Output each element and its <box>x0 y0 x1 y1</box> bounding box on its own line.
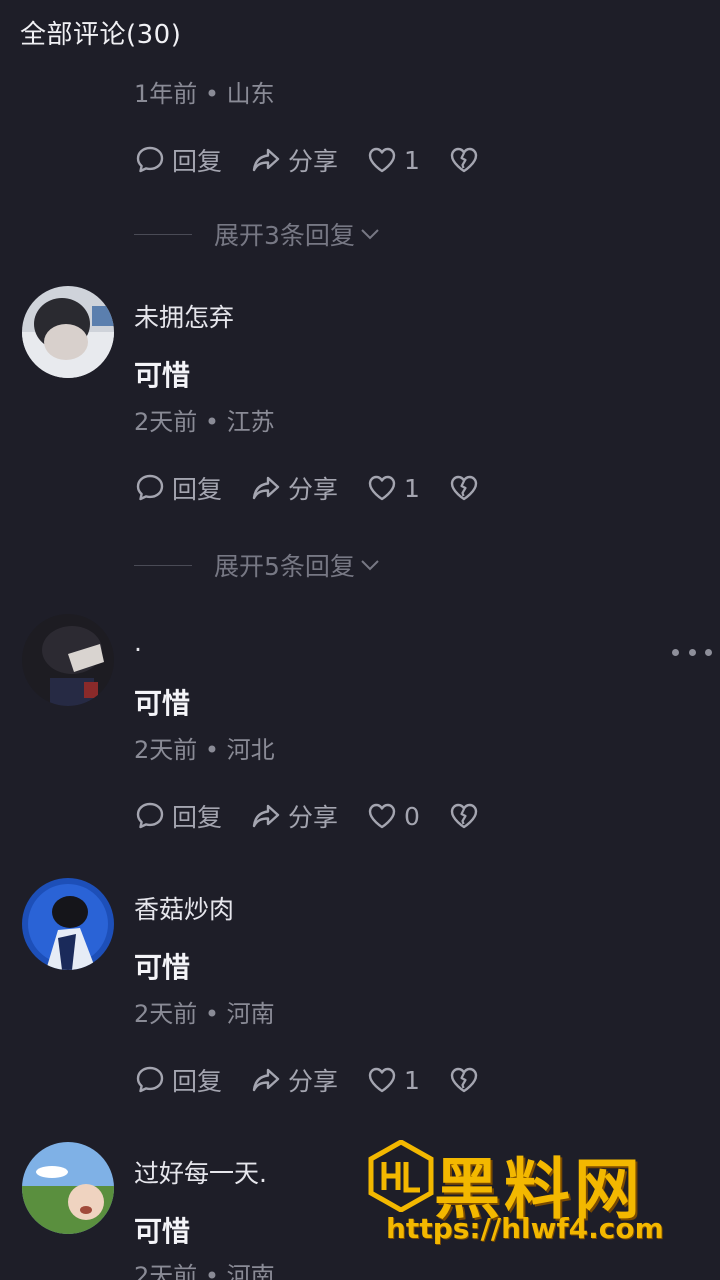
avatar[interactable] <box>22 286 114 378</box>
like-count: 0 <box>404 801 420 831</box>
reply-button[interactable]: 回复 <box>134 470 222 506</box>
share-arrow-icon <box>252 804 280 828</box>
username[interactable]: 香菇炒肉 <box>134 890 234 926</box>
broken-heart-icon <box>450 147 478 173</box>
share-button[interactable]: 分享 <box>250 470 338 506</box>
comment-text: 可惜 <box>134 359 191 392</box>
share-arrow-icon <box>252 148 280 172</box>
like-count: 1 <box>404 473 420 503</box>
comment-meta: 2天前 • 河南 <box>134 1262 275 1280</box>
like-button[interactable]: 1 <box>366 472 420 504</box>
expand-divider <box>134 233 192 235</box>
dot-icon <box>672 648 679 656</box>
comment-bubble-icon <box>136 474 164 501</box>
dislike-button[interactable] <box>448 144 480 176</box>
expand-divider <box>134 564 192 566</box>
avatar-image <box>22 286 114 378</box>
like-count: 1 <box>404 1065 420 1095</box>
reply-label: 回复 <box>172 803 223 832</box>
like-button[interactable]: 0 <box>366 800 420 832</box>
avatar[interactable] <box>22 878 114 970</box>
expand-replies-button[interactable]: 展开5条回复 <box>134 545 383 585</box>
comment-meta: 2天前 • 河北 <box>134 736 275 764</box>
avatar-image <box>22 1142 114 1234</box>
comment-actions: 回复 分享 1 <box>134 468 508 508</box>
avatar[interactable] <box>22 1142 114 1234</box>
reply-label: 回复 <box>172 1067 223 1096</box>
share-label: 分享 <box>288 1067 339 1096</box>
username[interactable]: 过好每一天. <box>134 1154 267 1190</box>
avatar-image <box>22 614 114 706</box>
comment-meta: 2天前 • 江苏 <box>134 408 275 436</box>
comment-bubble-icon <box>136 146 164 173</box>
expand-replies-button[interactable]: 展开3条回复 <box>134 214 383 254</box>
share-arrow-icon <box>252 476 280 500</box>
comment-text: 可惜 <box>134 1215 191 1248</box>
reply-button[interactable]: 回复 <box>134 798 222 834</box>
share-button[interactable]: 分享 <box>250 798 338 834</box>
avatar-image <box>22 878 114 970</box>
dislike-button[interactable] <box>448 1064 480 1096</box>
dislike-button[interactable] <box>448 472 480 504</box>
share-label: 分享 <box>288 475 339 504</box>
watermark-url: https://hlwf4.com <box>386 1212 664 1245</box>
expand-replies-label: 展开3条回复 <box>214 221 355 250</box>
avatar[interactable] <box>22 614 114 706</box>
comment-text: 可惜 <box>134 951 191 984</box>
heart-icon <box>368 803 396 829</box>
heart-icon <box>368 1067 396 1093</box>
comment-text: 可惜 <box>134 687 191 720</box>
username[interactable]: . <box>134 628 142 657</box>
chevron-down-icon <box>361 560 379 571</box>
expand-replies-label: 展开5条回复 <box>214 552 355 581</box>
like-button[interactable]: 1 <box>366 144 420 176</box>
chevron-down-icon <box>361 229 379 240</box>
comment-actions: 回复 分享 1 <box>134 140 508 180</box>
like-count: 1 <box>404 145 420 175</box>
reply-label: 回复 <box>172 147 223 176</box>
comment-actions: 回复 分享 1 <box>134 1060 508 1100</box>
comment-bubble-icon <box>136 802 164 829</box>
watermark: 黑料网 https://hlwf4.com <box>368 1136 688 1256</box>
comment-actions: 回复 分享 0 <box>134 796 508 836</box>
heart-icon <box>368 475 396 501</box>
dislike-button[interactable] <box>448 800 480 832</box>
share-button[interactable]: 分享 <box>250 142 338 178</box>
broken-heart-icon <box>450 803 478 829</box>
share-button[interactable]: 分享 <box>250 1062 338 1098</box>
like-button[interactable]: 1 <box>366 1064 420 1096</box>
reply-label: 回复 <box>172 475 223 504</box>
username[interactable]: 未拥怎弃 <box>134 298 234 334</box>
comment-bubble-icon <box>136 1066 164 1093</box>
broken-heart-icon <box>450 475 478 501</box>
share-arrow-icon <box>252 1068 280 1092</box>
reply-button[interactable]: 回复 <box>134 142 222 178</box>
comments-page: 全部评论(30) 1年前 • 山东 回复 分享 1 展开3条回复 未拥怎弃 可惜… <box>0 0 720 1280</box>
heart-icon <box>368 147 396 173</box>
hexagon-logo-icon <box>368 1140 434 1212</box>
comment-meta: 1年前 • 山东 <box>134 80 275 108</box>
dot-icon <box>705 648 712 656</box>
dot-icon <box>688 648 696 656</box>
more-options-button[interactable] <box>672 640 712 664</box>
reply-button[interactable]: 回复 <box>134 1062 222 1098</box>
comment-meta: 2天前 • 河南 <box>134 1000 275 1028</box>
broken-heart-icon <box>450 1067 478 1093</box>
share-label: 分享 <box>288 803 339 832</box>
share-label: 分享 <box>288 147 339 176</box>
comments-header-title: 全部评论(30) <box>20 20 182 50</box>
